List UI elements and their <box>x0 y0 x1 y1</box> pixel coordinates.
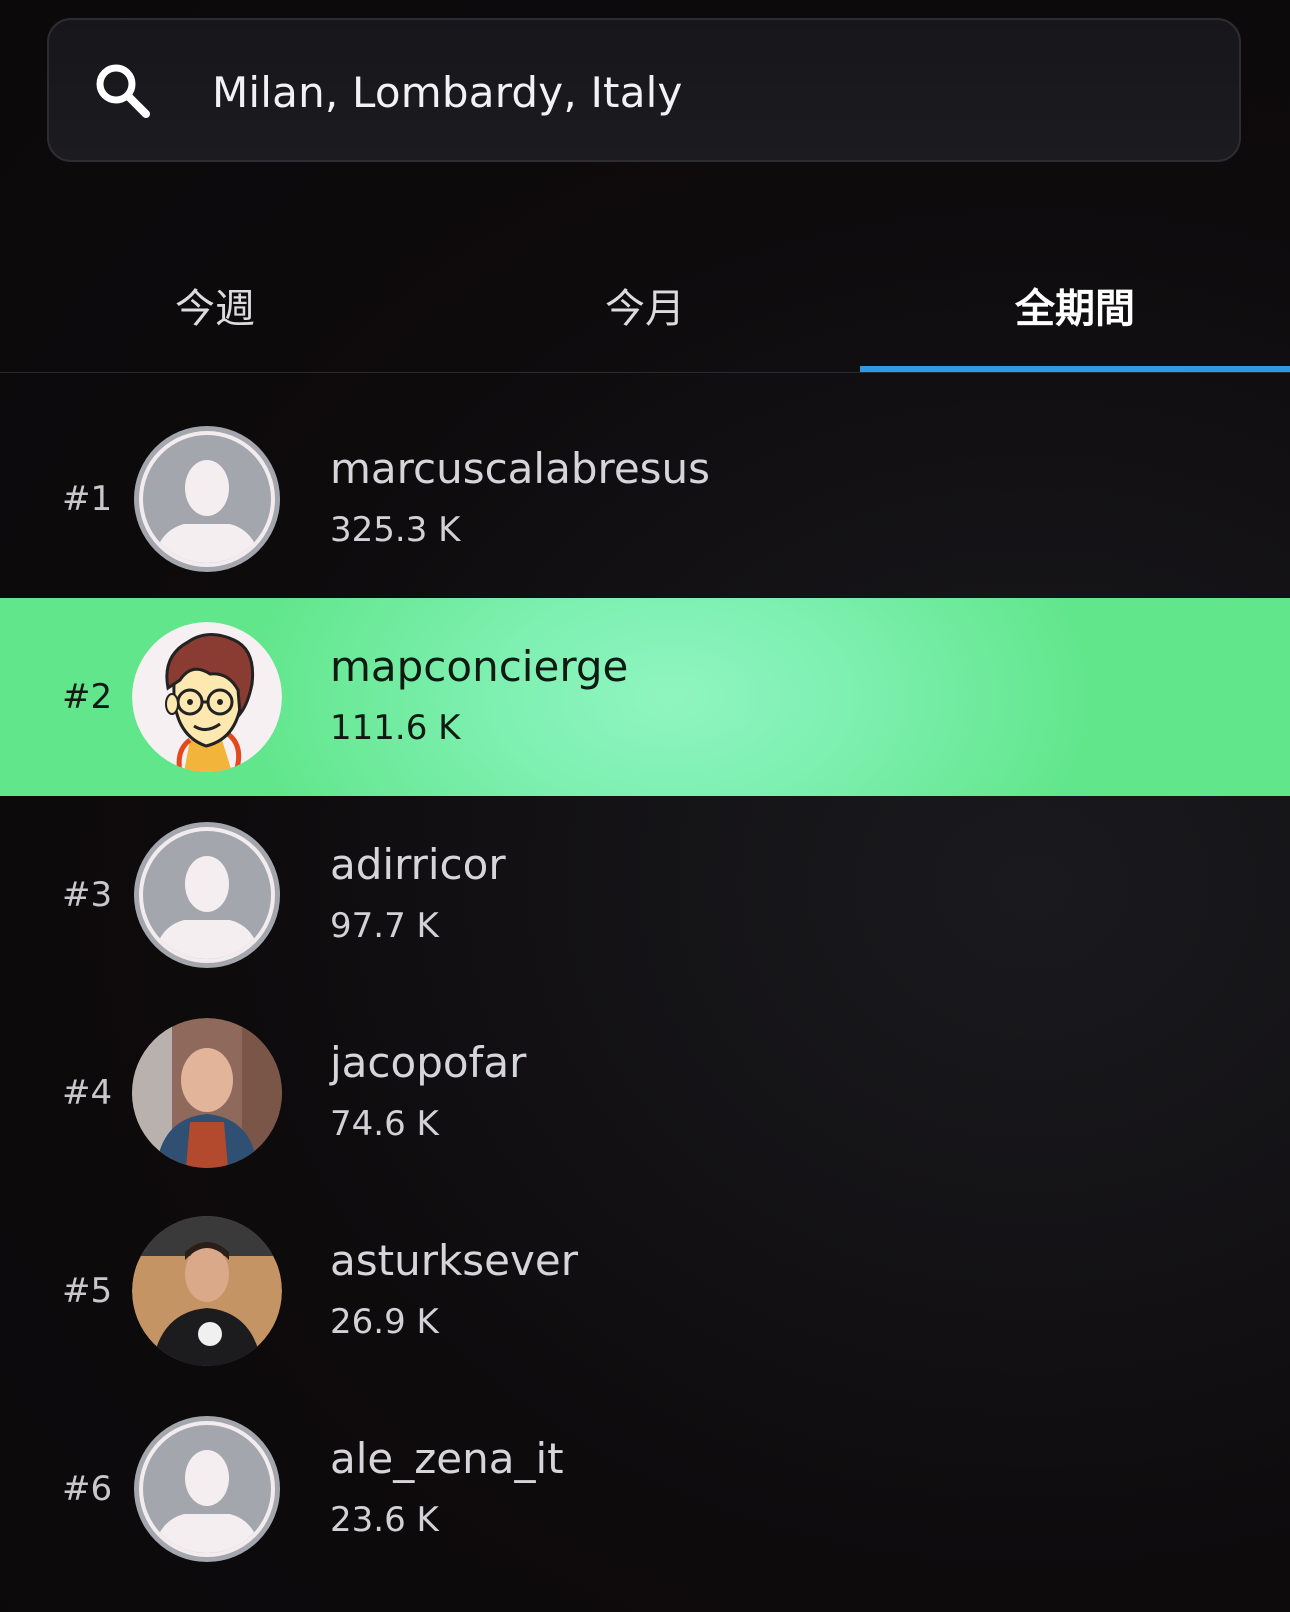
tab-label: 今週 <box>175 286 255 332</box>
leaderboard-list: #1 marcuscalabresus 325.3 K #2 mapconcie… <box>0 400 1290 1588</box>
tab-label: 今月 <box>605 286 685 332</box>
cartoon-avatar[interactable] <box>132 622 282 772</box>
username[interactable]: adirricor <box>330 840 506 889</box>
tab-label: 全期間 <box>1015 286 1135 332</box>
rank-label: #6 <box>62 1469 113 1509</box>
list-item[interactable]: #5 asturksever 26.9 K <box>0 1192 1290 1390</box>
search-icon[interactable] <box>92 60 156 124</box>
username[interactable]: marcuscalabresus <box>330 444 710 493</box>
photo-avatar[interactable] <box>132 1018 282 1168</box>
username[interactable]: mapconcierge <box>330 642 628 691</box>
active-tab-indicator <box>860 366 1290 372</box>
list-item[interactable]: #4 jacopofar 74.6 K <box>0 994 1290 1192</box>
list-item[interactable]: #1 marcuscalabresus 325.3 K <box>0 400 1290 598</box>
score: 111.6 K <box>330 708 461 748</box>
tab-this-week[interactable]: 今週 <box>0 240 430 372</box>
leaderboard-screen: 今週 今月 全期間 #1 <box>0 0 1290 1612</box>
default-avatar-icon[interactable] <box>132 1414 282 1564</box>
score: 26.9 K <box>330 1302 439 1342</box>
score: 325.3 K <box>330 510 461 550</box>
default-avatar-icon[interactable] <box>132 424 282 574</box>
score: 97.7 K <box>330 906 439 946</box>
username[interactable]: jacopofar <box>330 1038 526 1087</box>
period-tabs: 今週 今月 全期間 <box>0 240 1290 373</box>
list-item[interactable]: #6 ale_zena_it 23.6 K <box>0 1390 1290 1588</box>
rank-label: #2 <box>62 677 113 717</box>
search-input[interactable] <box>212 50 1172 134</box>
tab-all-time[interactable]: 全期間 <box>860 240 1290 372</box>
username[interactable]: asturksever <box>330 1236 578 1285</box>
score: 74.6 K <box>330 1104 439 1144</box>
rank-label: #1 <box>62 479 113 519</box>
tab-this-month[interactable]: 今月 <box>430 240 860 372</box>
photo-avatar[interactable] <box>132 1216 282 1366</box>
list-item[interactable]: #3 adirricor 97.7 K <box>0 796 1290 994</box>
rank-label: #5 <box>62 1271 113 1311</box>
score: 23.6 K <box>330 1500 439 1540</box>
list-item-current-user[interactable]: #2 mapconcierge 111.6 K <box>0 598 1290 796</box>
username[interactable]: ale_zena_it <box>330 1434 564 1483</box>
rank-label: #3 <box>62 875 113 915</box>
default-avatar-icon[interactable] <box>132 820 282 970</box>
rank-label: #4 <box>62 1073 113 1113</box>
